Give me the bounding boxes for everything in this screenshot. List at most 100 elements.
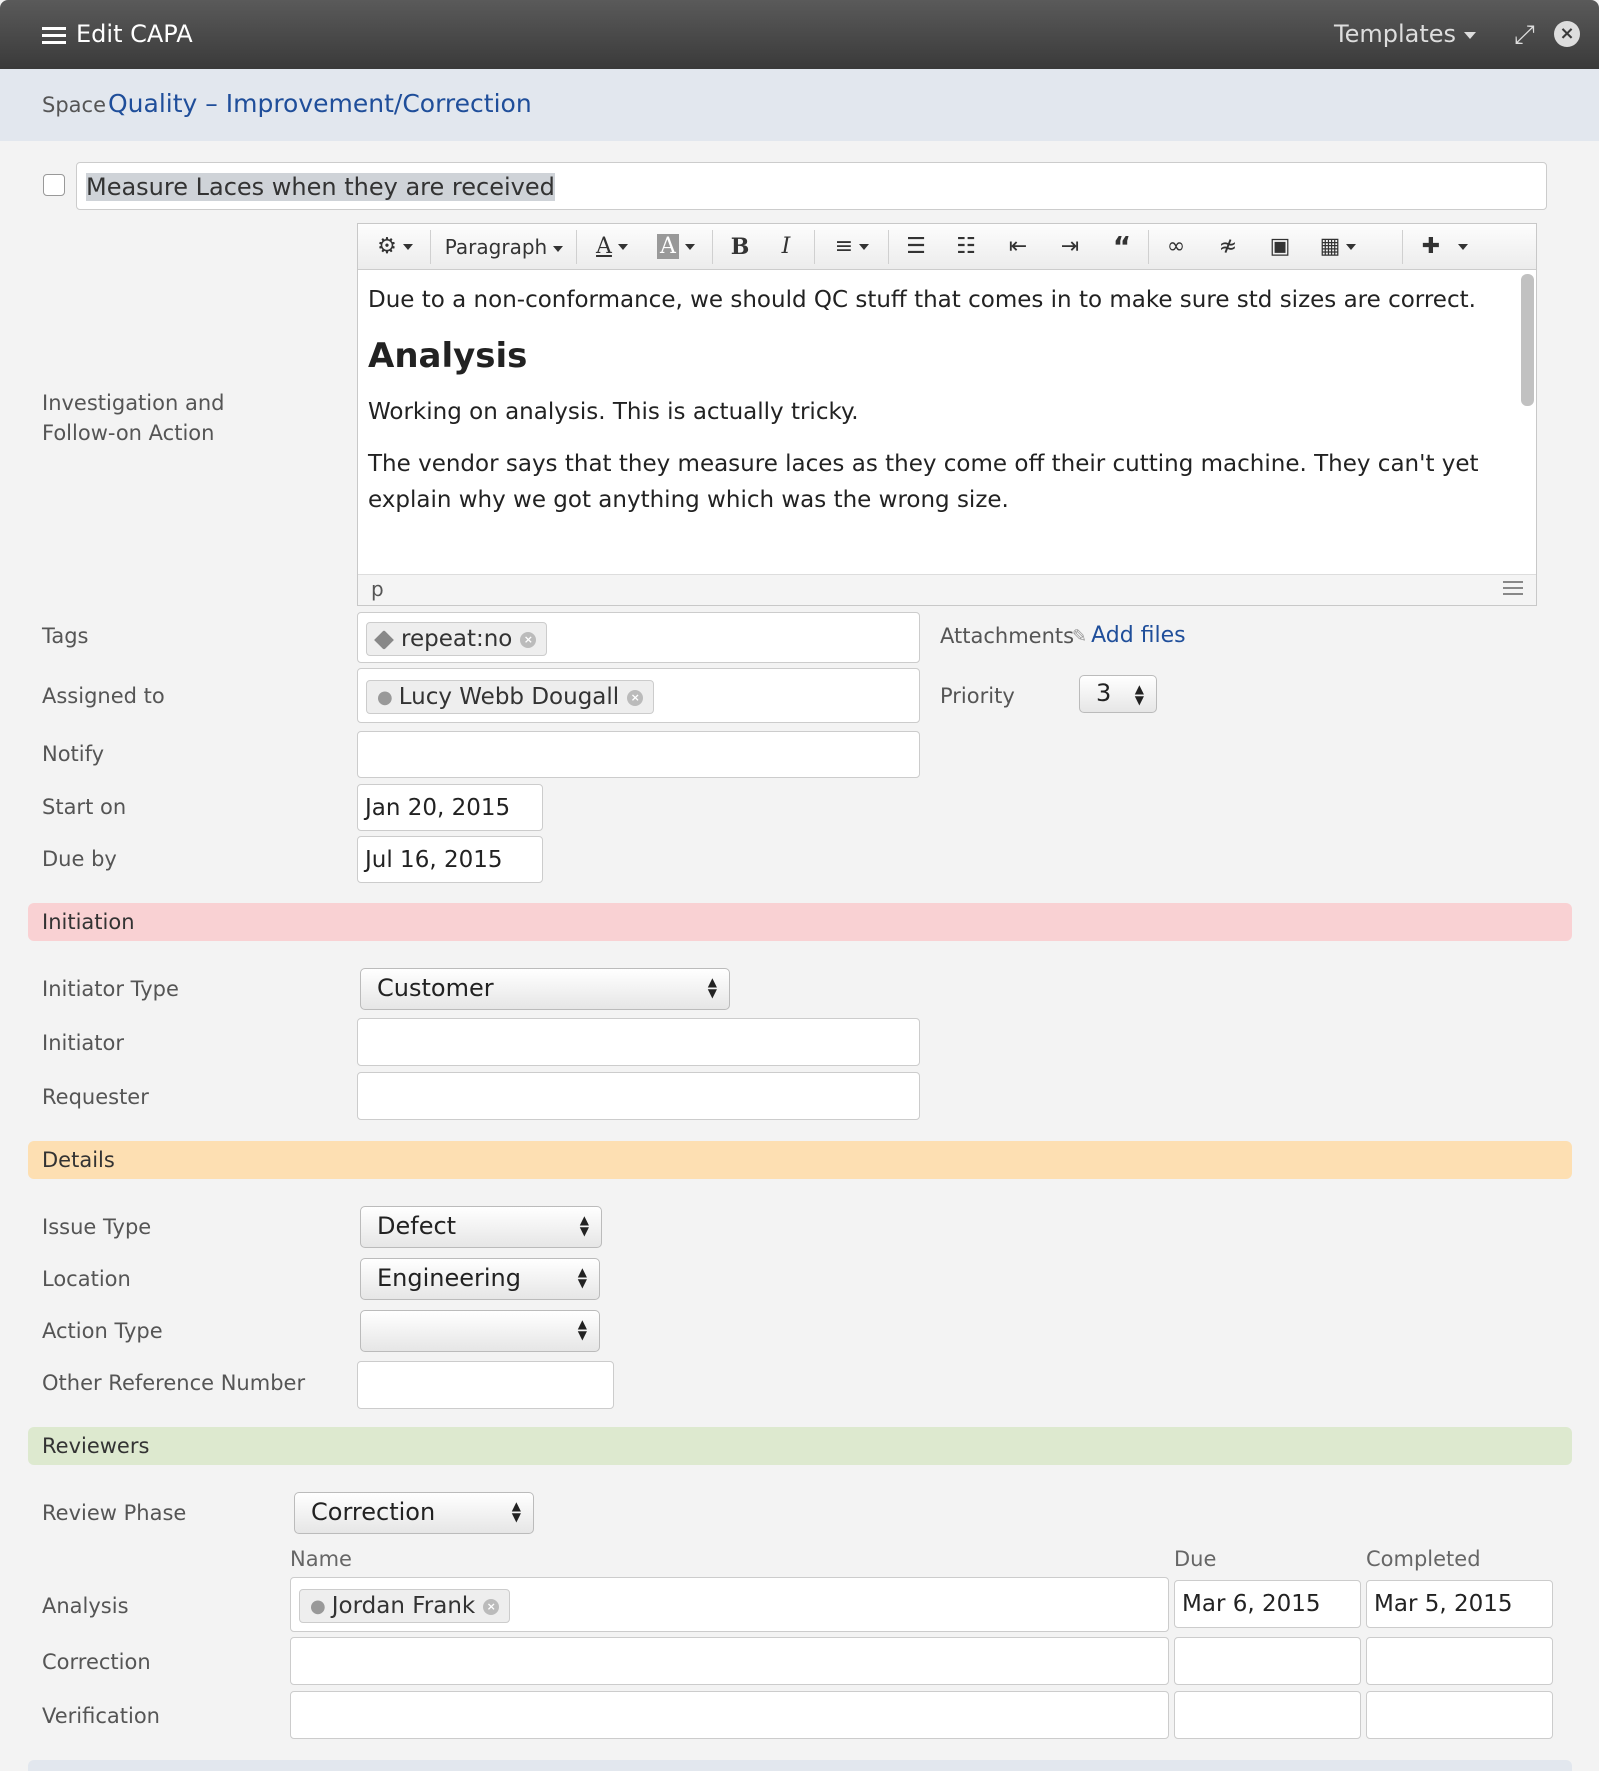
- assigned-input[interactable]: ● Lucy Webb Dougall ×: [357, 668, 920, 723]
- rich-text-editor[interactable]: ⚙ Paragraph A A B I ≡ ☰ ☷ ⇤ ⇥ “ ∞ ≉ ▣ ▦ …: [357, 223, 1537, 606]
- bold-icon[interactable]: B: [722, 232, 758, 262]
- paragraph-dropdown[interactable]: Paragraph: [442, 232, 566, 262]
- reviewer-due-input-analysis[interactable]: Mar 6, 2015: [1174, 1580, 1361, 1628]
- reviewer-due-input-correction[interactable]: [1174, 1637, 1361, 1685]
- remove-reviewer-icon[interactable]: ×: [483, 1598, 500, 1615]
- assignee-chip: ● Lucy Webb Dougall ×: [366, 680, 655, 714]
- review-phase-select[interactable]: Correction ▲ ▼: [294, 1492, 534, 1534]
- align-icon[interactable]: ≡: [824, 232, 880, 262]
- other-reference-label: Other Reference Number: [42, 1371, 306, 1395]
- resize-handle-icon[interactable]: [1503, 581, 1523, 597]
- reviewer-completed-input-verification[interactable]: [1366, 1691, 1553, 1739]
- editor-statusbar: p: [358, 574, 1536, 605]
- issue-type-select[interactable]: Defect ▲ ▼: [360, 1206, 602, 1248]
- investigation-label-line1: Investigation and: [42, 391, 225, 415]
- text-color-icon[interactable]: A: [584, 232, 640, 262]
- content-paragraph-2: Working on analysis. This is actually tr…: [368, 399, 859, 425]
- space-link[interactable]: Quality – Improvement/Correction: [108, 89, 532, 118]
- reviewer-chip: ● Jordan Frank ×: [299, 1589, 511, 1623]
- tag-chip-label: repeat:no: [401, 626, 513, 652]
- initiator-input[interactable]: [357, 1018, 920, 1066]
- item-title-text: Measure Laces when they are received: [86, 173, 555, 201]
- notify-label: Notify: [42, 742, 105, 766]
- notify-input[interactable]: [357, 731, 920, 778]
- select-arrows-icon: ▲ ▼: [577, 1265, 587, 1290]
- complete-checkbox[interactable]: [43, 174, 65, 196]
- editor-scrollbar[interactable]: [1521, 274, 1534, 406]
- requester-input[interactable]: [357, 1072, 920, 1120]
- item-title-input[interactable]: Measure Laces when they are received: [76, 162, 1547, 210]
- unlink-icon[interactable]: ≉: [1208, 232, 1248, 262]
- reviewers-section-header[interactable]: Reviewers: [28, 1427, 1572, 1465]
- select-arrows-icon: ▲ ▼: [1134, 682, 1144, 707]
- table-icon[interactable]: ▦: [1310, 232, 1366, 262]
- templates-label: Templates: [1334, 20, 1457, 48]
- outdent-icon[interactable]: ⇤: [998, 232, 1038, 262]
- window-title: Edit CAPA: [76, 20, 193, 48]
- add-files-label: Add files: [1091, 623, 1186, 648]
- italic-icon[interactable]: I: [768, 232, 804, 262]
- reviewer-name-input-analysis[interactable]: ● Jordan Frank ×: [290, 1577, 1169, 1632]
- review-phase-value: Correction: [311, 1498, 436, 1526]
- initiator-type-select[interactable]: Customer ▲ ▼: [360, 968, 730, 1010]
- user-icon: ●: [310, 1595, 326, 1617]
- blockquote-icon[interactable]: “: [1102, 232, 1142, 262]
- column-header-name: Name: [290, 1547, 352, 1571]
- details-section-header[interactable]: Details: [28, 1141, 1572, 1179]
- plugin-icon[interactable]: ✚: [1410, 232, 1480, 262]
- requester-label: Requester: [42, 1085, 149, 1109]
- background-color-icon[interactable]: A: [648, 232, 704, 262]
- reviewer-due-input-verification[interactable]: [1174, 1691, 1361, 1739]
- assigned-label: Assigned to: [42, 684, 165, 708]
- chevron-down-icon: [1464, 31, 1477, 39]
- column-header-completed: Completed: [1366, 1547, 1481, 1571]
- priority-label: Priority: [940, 684, 1015, 708]
- reviewer-row-label-analysis: Analysis: [42, 1594, 129, 1618]
- action-type-select[interactable]: ▲ ▼: [360, 1310, 600, 1352]
- space-label: Space: [42, 93, 106, 117]
- editor-content[interactable]: Due to a non-conformance, we should QC s…: [368, 282, 1508, 534]
- column-header-due: Due: [1174, 1547, 1217, 1571]
- indent-icon[interactable]: ⇥: [1050, 232, 1090, 262]
- other-reference-input[interactable]: [357, 1361, 614, 1409]
- menu-icon: [42, 27, 66, 45]
- reviewer-completed-input-correction[interactable]: [1366, 1637, 1553, 1685]
- start-date-input[interactable]: Jan 20, 2015: [357, 784, 543, 831]
- select-arrows-icon: ▲ ▼: [577, 1317, 587, 1342]
- location-select[interactable]: Engineering ▲ ▼: [360, 1258, 600, 1300]
- tags-label: Tags: [42, 624, 89, 648]
- reviewer-completed-input-analysis[interactable]: Mar 5, 2015: [1366, 1580, 1553, 1628]
- location-value: Engineering: [377, 1264, 521, 1292]
- initiator-type-label: Initiator Type: [42, 977, 179, 1001]
- remove-assignee-icon[interactable]: ×: [627, 689, 644, 706]
- reviewer-name-input-verification[interactable]: [290, 1691, 1169, 1739]
- settings-gear-icon[interactable]: ⚙: [368, 232, 422, 262]
- select-arrows-icon: ▲ ▼: [579, 1213, 589, 1238]
- due-date-input[interactable]: Jul 16, 2015: [357, 836, 543, 883]
- start-label: Start on: [42, 795, 127, 819]
- initiation-section-header[interactable]: Initiation: [28, 903, 1572, 941]
- next-section-header: [28, 1760, 1572, 1771]
- investigation-label: Investigation and Follow-on Action: [42, 388, 224, 448]
- select-arrows-icon: ▲ ▼: [511, 1499, 521, 1524]
- space-bar: Space Quality – Improvement/Correction: [0, 69, 1599, 141]
- tags-input[interactable]: repeat:no ×: [357, 612, 920, 663]
- add-files-link[interactable]: ✎ Add files: [1072, 623, 1186, 648]
- expand-icon[interactable]: ⤢: [1514, 20, 1535, 51]
- priority-select[interactable]: 3 ▲ ▼: [1079, 675, 1157, 713]
- bullet-list-icon[interactable]: ☰: [896, 232, 936, 262]
- image-icon[interactable]: ▣: [1260, 232, 1300, 262]
- numbered-list-icon[interactable]: ☷: [946, 232, 986, 262]
- close-icon[interactable]: ×: [1554, 21, 1580, 47]
- content-paragraph-1: Due to a non-conformance, we should QC s…: [368, 287, 1476, 313]
- window-titlebar: Edit CAPA Templates ⤢ ×: [0, 0, 1599, 69]
- templates-dropdown[interactable]: Templates: [1334, 20, 1477, 48]
- reviewer-name-input-correction[interactable]: [290, 1637, 1169, 1685]
- initiator-label: Initiator: [42, 1031, 124, 1055]
- due-label: Due by: [42, 847, 117, 871]
- assignee-chip-label: Lucy Webb Dougall: [398, 684, 620, 710]
- review-phase-label: Review Phase: [42, 1501, 187, 1525]
- attachments-label: Attachments: [940, 624, 1075, 648]
- link-icon[interactable]: ∞: [1156, 232, 1196, 262]
- remove-tag-icon[interactable]: ×: [520, 631, 537, 648]
